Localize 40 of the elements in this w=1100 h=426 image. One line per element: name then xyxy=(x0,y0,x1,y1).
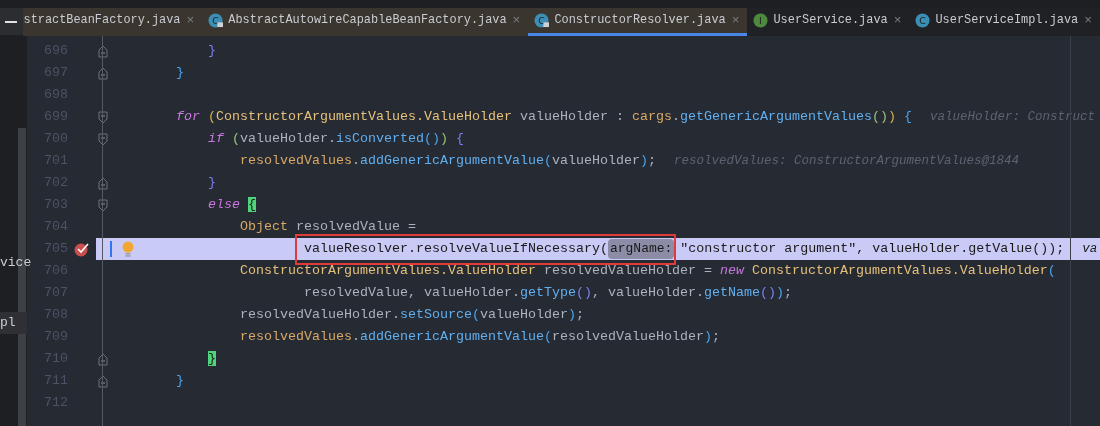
class-icon: I xyxy=(753,13,769,28)
editor-tab[interactable]: C AbstractAutowireCapableBeanFactory.java × xyxy=(202,8,529,36)
fold-marker-icon[interactable] xyxy=(98,66,108,80)
code-text: Object resolvedValue = xyxy=(240,218,416,236)
code-text: "constructor argument", valueHolder.getValue()); xyxy=(680,240,1065,258)
code-text: for (ConstructorArgumentValues.ValueHolder valueHolder : cargs.getGenericArgumentValues()) { xyxy=(176,108,912,126)
fold-marker-icon[interactable] xyxy=(98,374,108,388)
locked-class-icon: C xyxy=(534,13,550,28)
debug-value: valueHolder: Construct xyxy=(929,108,1095,126)
fold-marker-icon[interactable] xyxy=(98,176,108,190)
code-text: resolvedValues.addGenericArgumentValue(resolvedValueHolder); xyxy=(240,328,720,346)
close-icon[interactable]: × xyxy=(1084,10,1092,31)
parameter-hint: argName: xyxy=(607,239,675,259)
fold-marker-icon[interactable] xyxy=(98,352,108,366)
code-text: } xyxy=(176,64,184,82)
fold-marker-icon[interactable] xyxy=(98,198,108,212)
code-text: } xyxy=(208,42,216,60)
code-text: } xyxy=(208,350,216,368)
fold-marker-icon[interactable] xyxy=(98,44,108,58)
code-text: if (valueHolder.isConverted()) { xyxy=(208,130,464,148)
breakpoint-icon[interactable] xyxy=(74,241,90,257)
class-icon: C xyxy=(915,13,931,28)
editor-tab[interactable]: C ConstructorResolver.java × xyxy=(528,8,748,36)
debug-value: resolvedValues: ConstructorArgumentValues@1844 xyxy=(673,152,1019,170)
close-icon[interactable]: × xyxy=(893,10,902,31)
fold-marker-icon[interactable] xyxy=(98,132,108,146)
locked-class-icon: C xyxy=(208,13,224,28)
code-text: } xyxy=(176,372,184,390)
code-text: else { xyxy=(208,196,256,214)
code-text: resolvedValues.addGenericArgumentValue(valueHolder); xyxy=(240,152,656,170)
execution-marker xyxy=(110,241,112,257)
code-text: } xyxy=(208,174,216,192)
editor-tab[interactable]: stractBeanFactory.java × xyxy=(22,8,203,36)
code-text: resolvedValue, valueHolder.getType(), valueHolder.getName()); xyxy=(304,284,792,302)
code-text: ConstructorArgumentValues.ValueHolder resolvedValueHolder = new ConstructorArgumentValues.ValueHolder( xyxy=(240,262,1056,280)
fold-marker-icon[interactable] xyxy=(98,110,108,124)
tree-item[interactable]: pl xyxy=(0,312,27,334)
code-text: resolvedValueHolder.setSource(valueHolder); xyxy=(240,306,584,324)
code-text: valueResolver.resolveValueIfNecessary( xyxy=(304,240,608,258)
debug-value: va xyxy=(1082,240,1098,258)
